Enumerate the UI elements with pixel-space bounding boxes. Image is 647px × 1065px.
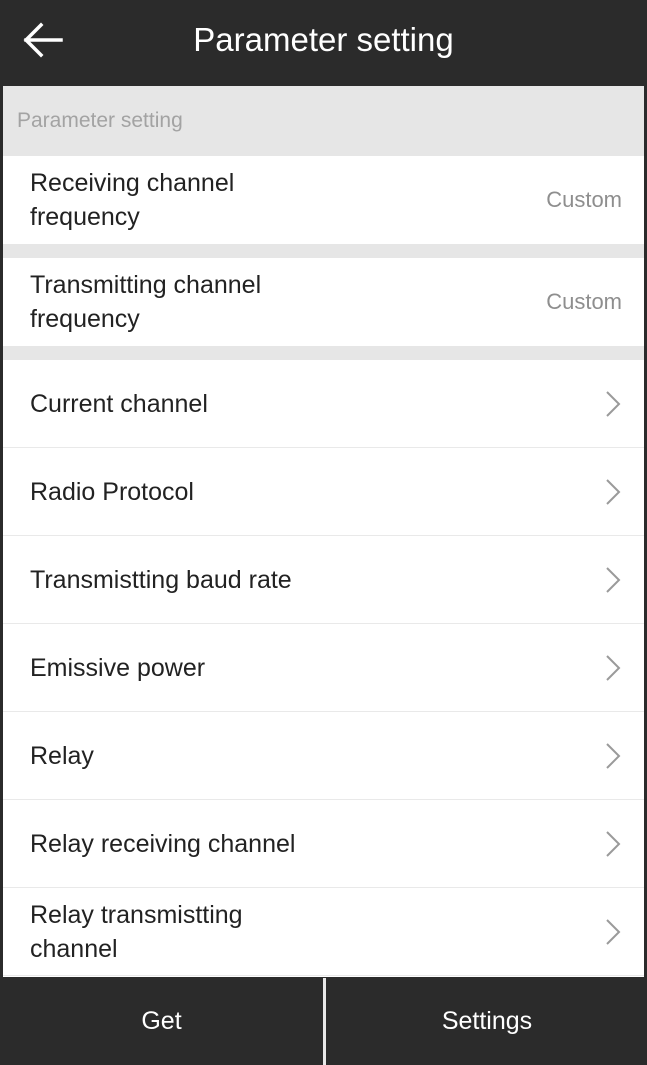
row-label: Relay receiving channel <box>30 829 296 858</box>
app-header: Parameter setting <box>0 0 647 86</box>
row-label: Current channel <box>30 389 208 418</box>
settings-list: Parameter setting Receiving channel freq… <box>3 86 644 977</box>
emissive-power-row[interactable]: Emissive power <box>3 624 644 712</box>
separator <box>3 244 644 258</box>
chevron-right-icon <box>604 653 622 683</box>
transmitting-baud-rate-row[interactable]: Transmistting baud rate <box>3 536 644 624</box>
row-label: Transmitting channel frequency <box>30 271 262 333</box>
row-label: Relay <box>30 741 94 770</box>
row-label: Radio Protocol <box>30 477 194 506</box>
get-button[interactable]: Get <box>0 978 323 1065</box>
radio-protocol-row[interactable]: Radio Protocol <box>3 448 644 536</box>
relay-transmitting-channel-row[interactable]: Relay transmistting channel <box>3 888 644 976</box>
arrow-left-icon <box>23 22 63 58</box>
chevron-right-icon <box>604 829 622 859</box>
chevron-right-icon <box>604 741 622 771</box>
divider <box>323 978 326 1065</box>
back-button[interactable] <box>14 14 72 66</box>
chevron-right-icon <box>604 477 622 507</box>
current-channel-row[interactable]: Current channel <box>3 360 644 448</box>
row-value: Custom <box>546 289 622 314</box>
row-label: Relay transmistting channel <box>30 900 243 963</box>
chevron-right-icon <box>604 565 622 595</box>
bottom-action-bar: Get Settings <box>0 978 647 1065</box>
receiving-channel-frequency-row[interactable]: Receiving channel frequency Custom <box>3 156 644 244</box>
relay-receiving-channel-row[interactable]: Relay receiving channel <box>3 800 644 888</box>
relay-row[interactable]: Relay <box>3 712 644 800</box>
chevron-right-icon <box>604 917 622 947</box>
section-header: Parameter setting <box>3 86 644 156</box>
row-label: Emissive power <box>30 653 206 682</box>
row-label: Transmistting baud rate <box>30 565 292 594</box>
row-label: Receiving channel frequency <box>30 169 235 231</box>
page-title: Parameter setting <box>193 21 454 58</box>
settings-button[interactable]: Settings <box>327 978 647 1065</box>
row-value: Custom <box>546 187 622 212</box>
transmitting-channel-frequency-row[interactable]: Transmitting channel frequency Custom <box>3 258 644 346</box>
separator <box>3 346 644 360</box>
chevron-right-icon <box>604 389 622 419</box>
